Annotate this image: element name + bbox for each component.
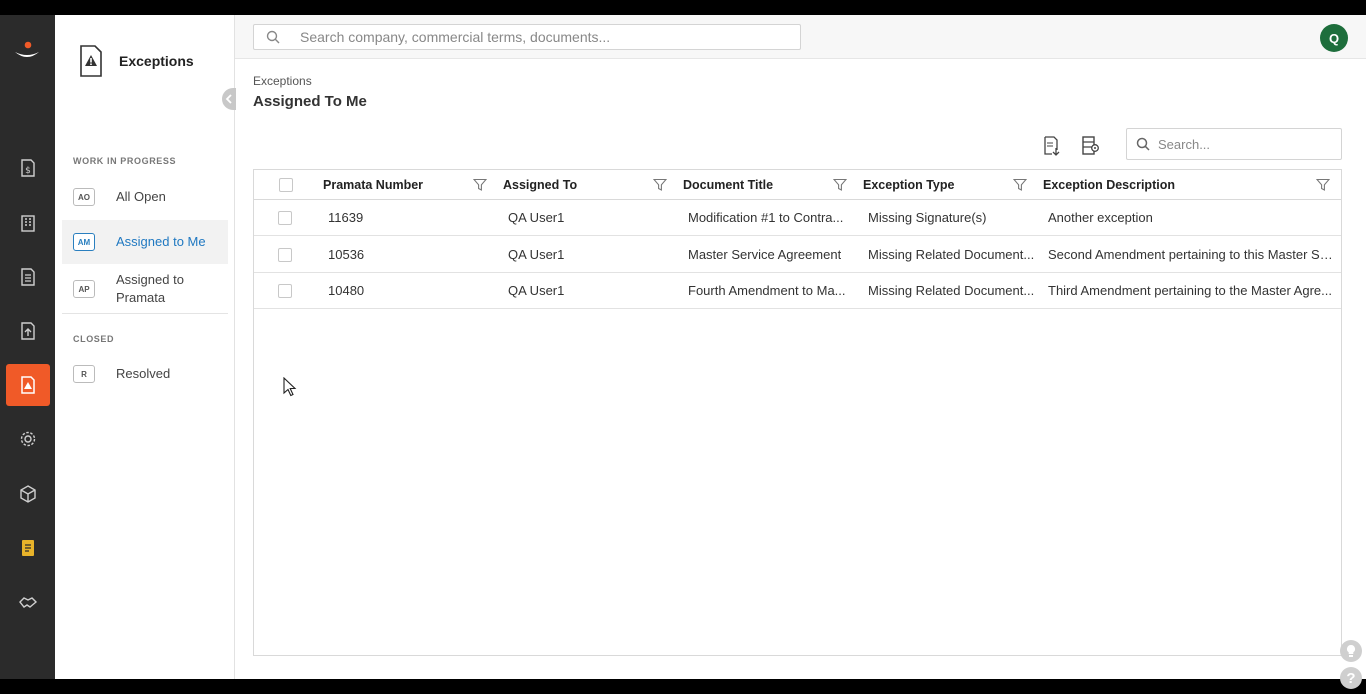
global-search-box	[253, 24, 801, 50]
cell-pramata-number[interactable]: 11639	[328, 200, 488, 235]
filter-icon[interactable]	[1013, 178, 1027, 192]
row-select-cell	[278, 237, 298, 272]
column-settings-icon	[1082, 136, 1099, 155]
svg-text:$: $	[25, 166, 31, 176]
header-pramata-number[interactable]: Pramata Number	[323, 170, 473, 199]
exceptions-subnav: Exceptions WORK IN PROGRESS AO All Open …	[55, 15, 235, 679]
rail-notes-icon[interactable]	[6, 527, 50, 569]
nav-item-label: Assigned to Pramata	[116, 272, 184, 305]
rail-exceptions-icon[interactable]	[6, 364, 50, 406]
cell-document-title[interactable]: Fourth Amendment to Ma...	[688, 273, 856, 308]
table-row[interactable]: 10480 QA User1 Fourth Amendment to Ma...…	[254, 273, 1341, 309]
nav-item-all-open[interactable]: AO All Open	[62, 178, 228, 216]
cell-exception-type: Missing Related Document...	[868, 283, 1035, 298]
section-label-closed: CLOSED	[73, 334, 115, 344]
filter-icon[interactable]	[1316, 178, 1330, 192]
export-excel-icon	[1044, 136, 1060, 156]
nav-item-assigned-to-pramata[interactable]: AP Assigned to Pramata	[62, 267, 228, 311]
pramata-logo-icon[interactable]	[12, 37, 42, 67]
top-bar: Q	[235, 15, 1366, 59]
cell-pramata-number[interactable]: 10480	[328, 273, 488, 308]
chevron-left-icon	[225, 94, 232, 104]
subnav-title: Exceptions	[119, 53, 194, 69]
cell-exception-description: Second Amendment pertaining to this Mast…	[1048, 247, 1336, 262]
nav-item-label: Resolved	[116, 366, 171, 381]
nav-item-assigned-to-me[interactable]: AM Assigned to Me	[62, 220, 228, 264]
subnav-header: Exceptions	[79, 45, 194, 77]
rail-documents-icon[interactable]	[6, 256, 50, 298]
nav-badge: R	[73, 365, 95, 383]
help-button[interactable]: ?	[1340, 667, 1362, 689]
nav-divider	[62, 313, 228, 314]
nav-item-resolved[interactable]: R Resolved	[62, 355, 228, 393]
cell-document-title[interactable]: Modification #1 to Contra...	[688, 200, 856, 235]
row-checkbox[interactable]	[278, 210, 292, 225]
app-window: $ Exceptions WORK IN PROGRESS AO All Ope…	[0, 15, 1366, 689]
filter-icon[interactable]	[653, 178, 667, 192]
rail-handshake-icon[interactable]	[6, 581, 50, 623]
user-avatar[interactable]: Q	[1320, 24, 1348, 52]
tips-button[interactable]	[1340, 640, 1362, 662]
exceptions-document-icon	[80, 45, 102, 77]
rail-settings-icon[interactable]	[6, 418, 50, 460]
nav-badge: AM	[73, 233, 95, 251]
header-document-title[interactable]: Document Title	[683, 170, 833, 199]
header-assigned-to[interactable]: Assigned To	[503, 170, 653, 199]
search-icon	[266, 30, 280, 44]
rail-upload-icon[interactable]	[6, 310, 50, 352]
column-settings-button[interactable]	[1078, 134, 1102, 158]
lightbulb-icon	[1346, 644, 1356, 657]
export-excel-button[interactable]	[1039, 134, 1063, 158]
cell-assigned-to: QA User1	[508, 210, 565, 225]
table-search-input[interactable]	[1158, 136, 1328, 152]
nav-item-label: All Open	[116, 189, 166, 204]
cell-assigned-to: QA User1	[508, 247, 565, 262]
cell-exception-description: Another exception	[1048, 210, 1153, 225]
global-search-input[interactable]	[300, 29, 780, 45]
cell-pramata-number[interactable]: 10536	[328, 237, 488, 272]
row-checkbox[interactable]	[278, 283, 292, 298]
header-exception-type[interactable]: Exception Type	[863, 170, 1013, 199]
mouse-cursor-icon	[283, 377, 297, 397]
exceptions-table: Pramata Number Assigned To Document Titl…	[253, 169, 1342, 656]
cell-exception-type: Missing Related Document...	[868, 247, 1035, 262]
filter-icon[interactable]	[473, 178, 487, 192]
header-exception-description[interactable]: Exception Description	[1043, 170, 1303, 199]
row-select-cell	[278, 273, 298, 308]
select-all-checkbox[interactable]	[279, 177, 293, 192]
page-title: Assigned To Me	[253, 93, 367, 110]
cell-exception-type: Missing Signature(s)	[868, 210, 987, 225]
rail-contracts-icon[interactable]: $	[6, 147, 50, 189]
rail-box-icon[interactable]	[6, 473, 50, 515]
table-search-box	[1126, 128, 1342, 160]
left-rail: $	[0, 15, 55, 679]
row-checkbox[interactable]	[278, 247, 292, 262]
cell-assigned-to: QA User1	[508, 283, 565, 298]
select-all-cell	[279, 170, 299, 199]
filter-icon[interactable]	[833, 178, 847, 192]
cell-exception-description: Third Amendment pertaining to the Master…	[1048, 283, 1332, 298]
rail-companies-icon[interactable]	[6, 202, 50, 244]
row-select-cell	[278, 200, 298, 235]
table-header: Pramata Number Assigned To Document Titl…	[254, 170, 1341, 200]
table-row[interactable]: 10536 QA User1 Master Service Agreement …	[254, 237, 1341, 273]
breadcrumb[interactable]: Exceptions	[253, 74, 312, 88]
nav-badge: AO	[73, 188, 95, 206]
nav-badge: AP	[73, 280, 95, 298]
nav-item-label: Assigned to Me	[116, 234, 206, 249]
search-icon	[1136, 137, 1150, 151]
table-row[interactable]: 11639 QA User1 Modification #1 to Contra…	[254, 200, 1341, 236]
section-label-work-in-progress: WORK IN PROGRESS	[73, 156, 177, 166]
cell-document-title[interactable]: Master Service Agreement	[688, 237, 856, 272]
